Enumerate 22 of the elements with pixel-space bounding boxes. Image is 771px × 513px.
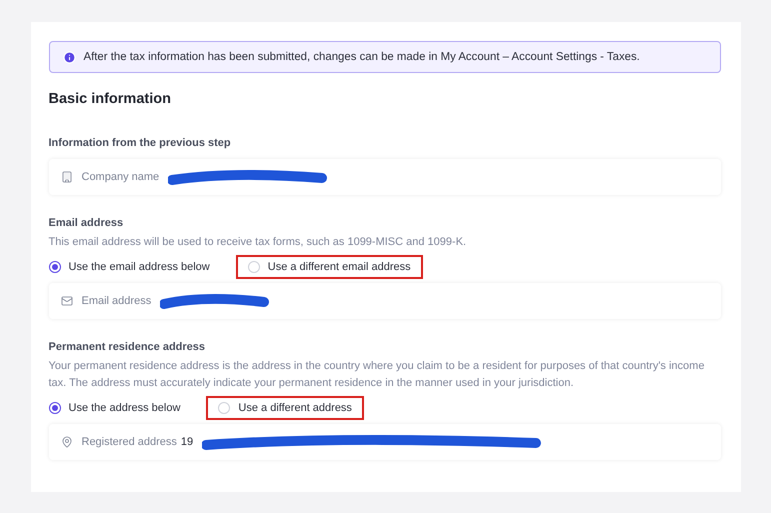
group-description: This email address will be used to receive tax forms, such as 1099-MISC and 1099-K. [48, 235, 468, 250]
info-icon [62, 50, 76, 64]
radio-option[interactable]: Use a different email address [236, 255, 423, 279]
radio-option[interactable]: Use a different address [206, 396, 364, 420]
notice-text: After the tax information has been submitted, changes can be made in My Account – Account Settings - Taxes. [84, 51, 640, 63]
group-label: Permanent residence address [48, 341, 206, 353]
group-label: Information from the previous step [48, 137, 232, 149]
radio-icon [248, 261, 260, 273]
radio-icon [48, 402, 60, 414]
building-icon [60, 171, 72, 183]
group-label: Email address [48, 217, 124, 229]
radio-icon [48, 261, 60, 273]
input-field[interactable]: Email address [48, 283, 720, 319]
mail-icon [60, 295, 72, 307]
radio-icon [218, 402, 230, 414]
section-title: Basic information [48, 91, 172, 107]
input-field[interactable]: Registered address 19 [48, 424, 720, 460]
location-pin-icon [60, 436, 72, 448]
radio-option[interactable]: Use the address below [36, 396, 192, 420]
group-description: Your permanent residence address is the address in the country where you claim to be a resident for purposes of that country's income tax. The address must accurately indicate your permanent residence in the manner used in your jurisdiction. [48, 359, 706, 391]
radio-option[interactable]: Use the email address below [36, 255, 222, 279]
input-field[interactable]: Company name [48, 159, 720, 195]
